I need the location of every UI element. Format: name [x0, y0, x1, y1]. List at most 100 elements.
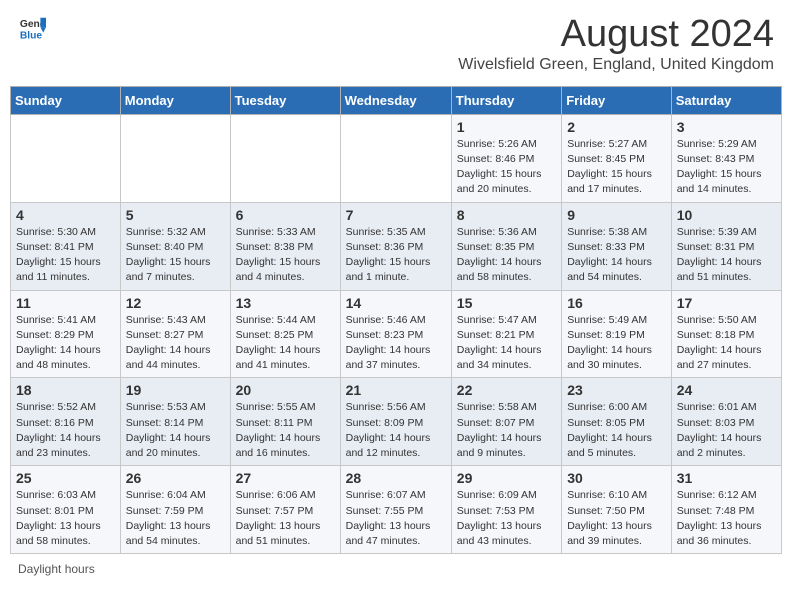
- table-row: 4Sunrise: 5:30 AM Sunset: 8:41 PM Daylig…: [11, 202, 121, 290]
- day-info: Sunrise: 5:33 AM Sunset: 8:38 PM Dayligh…: [236, 225, 335, 286]
- day-number: 17: [677, 295, 776, 311]
- footer: Daylight hours: [10, 562, 782, 576]
- day-number: 7: [346, 207, 446, 223]
- table-row: 28 Sunrise: 6:07 AM Sunset: 7:55 PM Dayli…: [340, 466, 451, 554]
- table-row: 15 Sunrise: 5:47 AM Sunset: 8:21 PM Dayli…: [451, 290, 561, 378]
- day-number: 8: [457, 207, 556, 223]
- day-number: 23: [567, 382, 666, 398]
- day-info: Sunrise: 6:01 AM Sunset: 8:03 PM Dayligh…: [677, 400, 776, 461]
- day-info: Sunrise: 5:29 AM Sunset: 8:43 PM Dayligh…: [677, 137, 776, 198]
- calendar-week-5: 25 Sunrise: 6:03 AM Sunset: 8:01 PM Dayli…: [11, 466, 782, 554]
- table-row: 20 Sunrise: 5:55 AM Sunset: 8:11 PM Dayli…: [230, 378, 340, 466]
- day-info: Sunrise: 5:46 AM Sunset: 8:23 PM Dayligh…: [346, 313, 446, 374]
- day-number: 22: [457, 382, 556, 398]
- table-row: 26 Sunrise: 6:04 AM Sunset: 7:59 PM Dayli…: [120, 466, 230, 554]
- day-info: Sunrise: 5:35 AM Sunset: 8:36 PM Dayligh…: [346, 225, 446, 286]
- table-row: 13 Sunrise: 5:44 AM Sunset: 8:25 PM Dayli…: [230, 290, 340, 378]
- table-row: 23 Sunrise: 6:00 AM Sunset: 8:05 PM Dayli…: [562, 378, 672, 466]
- day-number: 13: [236, 295, 335, 311]
- col-monday: Monday: [120, 86, 230, 114]
- day-info: Sunrise: 6:09 AM Sunset: 7:53 PM Dayligh…: [457, 488, 556, 549]
- day-number: 31: [677, 470, 776, 486]
- table-row: [11, 114, 121, 202]
- day-info: Sunrise: 5:38 AM Sunset: 8:33 PM Dayligh…: [567, 225, 666, 286]
- table-row: 31 Sunrise: 6:12 AM Sunset: 7:48 PM Dayli…: [671, 466, 781, 554]
- day-info: Sunrise: 5:26 AM Sunset: 8:46 PM Dayligh…: [457, 137, 556, 198]
- day-number: 21: [346, 382, 446, 398]
- table-row: [120, 114, 230, 202]
- day-info: Sunrise: 6:00 AM Sunset: 8:05 PM Dayligh…: [567, 400, 666, 461]
- day-number: 3: [677, 119, 776, 135]
- day-number: 10: [677, 207, 776, 223]
- day-number: 12: [126, 295, 225, 311]
- day-info: Sunrise: 6:03 AM Sunset: 8:01 PM Dayligh…: [16, 488, 115, 549]
- col-thursday: Thursday: [451, 86, 561, 114]
- logo-icon: General Blue: [18, 14, 46, 42]
- day-info: Sunrise: 5:47 AM Sunset: 8:21 PM Dayligh…: [457, 313, 556, 374]
- day-info: Sunrise: 5:56 AM Sunset: 8:09 PM Dayligh…: [346, 400, 446, 461]
- table-row: 25 Sunrise: 6:03 AM Sunset: 8:01 PM Dayli…: [11, 466, 121, 554]
- day-info: Sunrise: 6:06 AM Sunset: 7:57 PM Dayligh…: [236, 488, 335, 549]
- day-number: 11: [16, 295, 115, 311]
- table-row: 16 Sunrise: 5:49 AM Sunset: 8:19 PM Dayli…: [562, 290, 672, 378]
- day-info: Sunrise: 6:04 AM Sunset: 7:59 PM Dayligh…: [126, 488, 225, 549]
- table-row: 19 Sunrise: 5:53 AM Sunset: 8:14 PM Dayli…: [120, 378, 230, 466]
- table-row: 30 Sunrise: 6:10 AM Sunset: 7:50 PM Dayli…: [562, 466, 672, 554]
- col-tuesday: Tuesday: [230, 86, 340, 114]
- calendar-week-3: 11 Sunrise: 5:41 AM Sunset: 8:29 PM Dayli…: [11, 290, 782, 378]
- table-row: 9 Sunrise: 5:38 AM Sunset: 8:33 PM Daylig…: [562, 202, 672, 290]
- day-info: Sunrise: 5:49 AM Sunset: 8:19 PM Dayligh…: [567, 313, 666, 374]
- calendar-week-1: 1Sunrise: 5:26 AM Sunset: 8:46 PM Daylig…: [11, 114, 782, 202]
- day-info: Sunrise: 5:39 AM Sunset: 8:31 PM Dayligh…: [677, 225, 776, 286]
- day-info: Sunrise: 5:44 AM Sunset: 8:25 PM Dayligh…: [236, 313, 335, 374]
- table-row: 22Sunrise: 5:58 AM Sunset: 8:07 PM Dayli…: [451, 378, 561, 466]
- day-number: 24: [677, 382, 776, 398]
- col-friday: Friday: [562, 86, 672, 114]
- day-number: 29: [457, 470, 556, 486]
- day-number: 16: [567, 295, 666, 311]
- day-number: 14: [346, 295, 446, 311]
- main-title: August 2024: [458, 14, 774, 56]
- table-row: 1Sunrise: 5:26 AM Sunset: 8:46 PM Daylig…: [451, 114, 561, 202]
- day-info: Sunrise: 6:12 AM Sunset: 7:48 PM Dayligh…: [677, 488, 776, 549]
- day-info: Sunrise: 5:52 AM Sunset: 8:16 PM Dayligh…: [16, 400, 115, 461]
- table-row: 12Sunrise: 5:43 AM Sunset: 8:27 PM Dayli…: [120, 290, 230, 378]
- day-number: 25: [16, 470, 115, 486]
- day-number: 30: [567, 470, 666, 486]
- day-number: 6: [236, 207, 335, 223]
- day-info: Sunrise: 5:32 AM Sunset: 8:40 PM Dayligh…: [126, 225, 225, 286]
- day-number: 2: [567, 119, 666, 135]
- day-number: 20: [236, 382, 335, 398]
- day-info: Sunrise: 5:41 AM Sunset: 8:29 PM Dayligh…: [16, 313, 115, 374]
- table-row: 5Sunrise: 5:32 AM Sunset: 8:40 PM Daylig…: [120, 202, 230, 290]
- calendar-table: Sunday Monday Tuesday Wednesday Thursday…: [10, 86, 782, 554]
- table-row: 17 Sunrise: 5:50 AM Sunset: 8:18 PM Dayli…: [671, 290, 781, 378]
- table-row: 24 Sunrise: 6:01 AM Sunset: 8:03 PM Dayli…: [671, 378, 781, 466]
- day-number: 15: [457, 295, 556, 311]
- table-row: 11 Sunrise: 5:41 AM Sunset: 8:29 PM Dayli…: [11, 290, 121, 378]
- calendar-week-4: 18Sunrise: 5:52 AM Sunset: 8:16 PM Dayli…: [11, 378, 782, 466]
- day-number: 28: [346, 470, 446, 486]
- daylight-label: Daylight hours: [18, 562, 95, 576]
- table-row: 29 Sunrise: 6:09 AM Sunset: 7:53 PM Dayli…: [451, 466, 561, 554]
- day-info: Sunrise: 6:10 AM Sunset: 7:50 PM Dayligh…: [567, 488, 666, 549]
- calendar-week-2: 4Sunrise: 5:30 AM Sunset: 8:41 PM Daylig…: [11, 202, 782, 290]
- day-number: 26: [126, 470, 225, 486]
- day-number: 4: [16, 207, 115, 223]
- table-row: 14 Sunrise: 5:46 AM Sunset: 8:23 PM Dayli…: [340, 290, 451, 378]
- col-saturday: Saturday: [671, 86, 781, 114]
- table-row: 21 Sunrise: 5:56 AM Sunset: 8:09 PM Dayli…: [340, 378, 451, 466]
- day-info: Sunrise: 5:55 AM Sunset: 8:11 PM Dayligh…: [236, 400, 335, 461]
- table-row: 7 Sunrise: 5:35 AM Sunset: 8:36 PM Daylig…: [340, 202, 451, 290]
- col-sunday: Sunday: [11, 86, 121, 114]
- table-row: 27 Sunrise: 6:06 AM Sunset: 7:57 PM Dayli…: [230, 466, 340, 554]
- day-number: 19: [126, 382, 225, 398]
- day-number: 27: [236, 470, 335, 486]
- day-info: Sunrise: 5:53 AM Sunset: 8:14 PM Dayligh…: [126, 400, 225, 461]
- title-block: August 2024 Wivelsfield Green, England, …: [458, 14, 774, 74]
- table-row: [340, 114, 451, 202]
- logo: General Blue: [18, 14, 46, 42]
- day-info: Sunrise: 6:07 AM Sunset: 7:55 PM Dayligh…: [346, 488, 446, 549]
- day-info: Sunrise: 5:50 AM Sunset: 8:18 PM Dayligh…: [677, 313, 776, 374]
- day-number: 9: [567, 207, 666, 223]
